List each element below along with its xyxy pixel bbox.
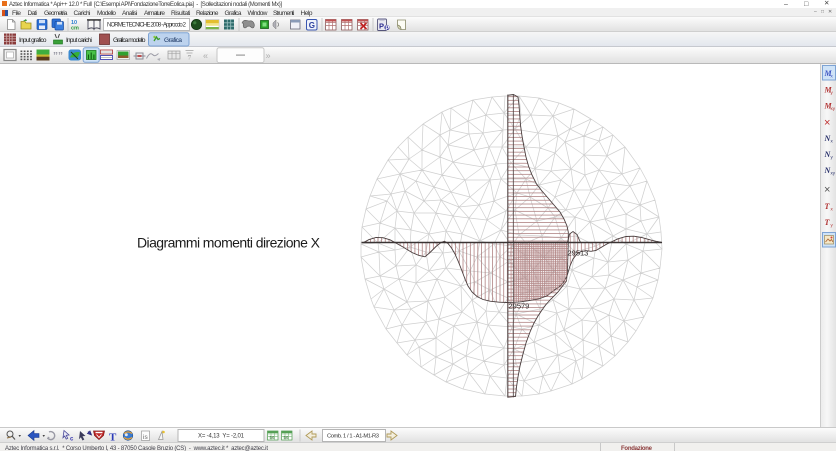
svg-text:y: y xyxy=(831,155,834,160)
svg-text:Carichi: Carichi xyxy=(74,10,91,17)
svg-text:xy: xy xyxy=(831,171,836,176)
svg-text:»: » xyxy=(266,51,271,61)
svg-text:Comb. 1 / 1 - A1-M1-R3: Comb. 1 / 1 - A1-M1-R3 xyxy=(327,433,379,439)
svg-text:x: x xyxy=(831,139,834,144)
svg-text:56: 56 xyxy=(270,435,276,440)
svg-text:Relazione: Relazione xyxy=(196,10,219,17)
svg-text:Help: Help xyxy=(301,10,313,17)
svg-text:×: × xyxy=(824,184,830,196)
svg-text:?: ? xyxy=(188,56,192,62)
svg-text:×: × xyxy=(824,117,830,129)
svg-text:””: ”” xyxy=(53,51,63,62)
svg-text:y: y xyxy=(831,90,834,95)
svg-text:Grafica: Grafica xyxy=(164,37,182,44)
svg-text:29579: 29579 xyxy=(509,302,530,311)
svg-text:29513: 29513 xyxy=(568,249,589,258)
svg-text:P: P xyxy=(385,26,389,32)
svg-text:Grafica: Grafica xyxy=(225,10,242,17)
svg-text:Aztec Informatica s.r.l. * Co: Aztec Informatica s.r.l. * Corso Umberto… xyxy=(5,446,268,451)
svg-text:is: is xyxy=(143,434,148,441)
svg-text:y: y xyxy=(831,223,834,228)
svg-text:Strumenti: Strumenti xyxy=(273,10,295,17)
svg-text:Diagrammi momenti direzione X: Diagrammi momenti direzione X xyxy=(137,235,321,251)
svg-text:Input carichi: Input carichi xyxy=(66,37,92,44)
svg-text:Armature: Armature xyxy=(144,10,165,17)
svg-text:File: File xyxy=(12,10,21,17)
svg-text:cm: cm xyxy=(71,26,79,32)
svg-text:xy: xy xyxy=(831,106,836,111)
svg-text:«: « xyxy=(203,51,208,61)
svg-text:G: G xyxy=(309,21,315,30)
svg-text:X= -4,13 Y= -2,01: X= -4,13 Y= -2,01 xyxy=(198,434,245,440)
svg-text:Grafica modello: Grafica modello xyxy=(113,37,146,44)
svg-text:Window: Window xyxy=(248,10,268,17)
svg-text:NORME TECNICHE 2008 - Approcci: NORME TECNICHE 2008 - Approccio 2 xyxy=(107,23,187,29)
svg-text:Modello: Modello xyxy=(97,10,116,17)
svg-text:Risultati: Risultati xyxy=(171,10,191,17)
svg-text:Analisi: Analisi xyxy=(122,10,138,17)
svg-text:Input grafico: Input grafico xyxy=(19,37,47,44)
svg-text:Geometria: Geometria xyxy=(44,10,68,17)
svg-text:Dati: Dati xyxy=(28,10,38,17)
svg-text:Fondazione: Fondazione xyxy=(621,446,653,451)
svg-text:x: x xyxy=(831,207,834,212)
svg-text:56: 56 xyxy=(284,435,290,440)
svg-text:P: P xyxy=(379,22,384,31)
